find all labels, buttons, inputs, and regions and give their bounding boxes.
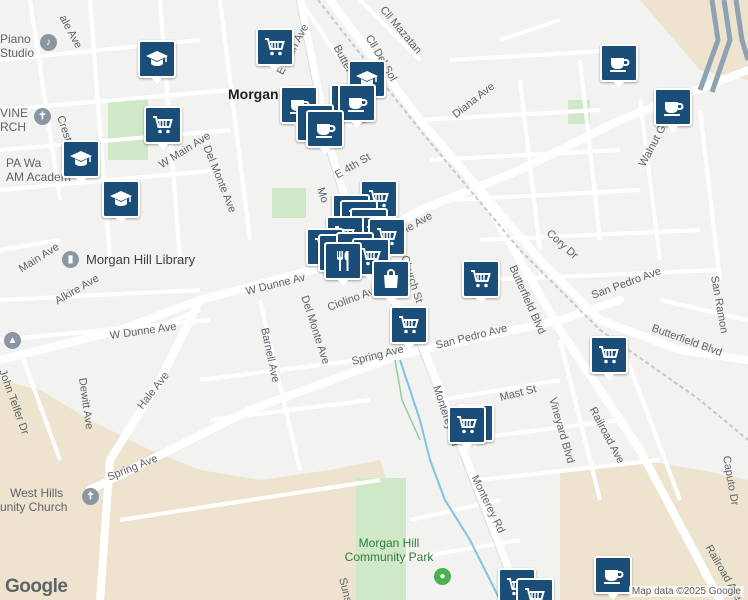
coffee-pin[interactable] <box>654 88 692 132</box>
shopping-cart-icon <box>523 585 547 600</box>
shopping-cart-icon <box>263 35 287 59</box>
coffee-cup-icon <box>345 91 369 115</box>
place-label-library: Morgan Hill Library <box>86 252 196 267</box>
city-label: Morgan <box>228 86 279 102</box>
music-place-icon: ♪ <box>40 34 57 51</box>
cart-pin[interactable] <box>590 336 628 380</box>
cart-pin[interactable] <box>390 306 428 350</box>
cart-pin[interactable] <box>256 28 294 72</box>
school-pin[interactable] <box>62 140 100 184</box>
shopping-cart-icon <box>397 313 421 337</box>
coffee-cup-icon <box>661 95 685 119</box>
place-label-academy: PA Wa AM Academ <box>6 156 71 184</box>
cart-pin[interactable] <box>448 406 486 450</box>
graduation-cap-icon <box>109 187 133 211</box>
park-icon: ● <box>434 568 451 585</box>
coffee-cup-icon <box>601 563 625 587</box>
shopping-cart-icon <box>469 267 493 291</box>
food-pin[interactable] <box>324 242 362 286</box>
google-logo: Google <box>5 576 68 597</box>
place-label-piano-studio: Piano Studio <box>0 32 35 60</box>
shopping-cart-icon <box>597 343 621 367</box>
shopping-cart-icon <box>151 113 175 137</box>
graduation-cap-icon <box>69 147 93 171</box>
coffee-cup-icon <box>607 51 631 75</box>
school-place-icon: ▲ <box>4 332 21 349</box>
church-icon: ✝ <box>34 108 51 125</box>
church-icon: ✝ <box>82 488 99 505</box>
cart-pin[interactable] <box>516 578 554 600</box>
coffee-pin[interactable] <box>600 44 638 88</box>
shopping-bag-icon <box>379 267 403 291</box>
park-label: Morgan Hill Community Park <box>344 536 434 564</box>
graduation-cap-icon <box>145 47 169 71</box>
fork-knife-icon <box>331 249 355 273</box>
coffee-pin[interactable] <box>306 110 344 154</box>
coffee-cup-icon <box>313 117 337 141</box>
place-label-west-hills-church: West Hills unity Church <box>0 486 68 514</box>
map-canvas[interactable]: ale Ave E Main Ave Butterfield Blvd Cll … <box>0 0 748 600</box>
school-pin[interactable] <box>138 40 176 84</box>
shopping-cart-icon <box>455 413 479 437</box>
cart-pin[interactable] <box>462 260 500 304</box>
library-icon: ▮ <box>62 251 79 268</box>
coffee-pin[interactable] <box>594 556 632 600</box>
place-label-vine-church: VINE RCH <box>0 106 29 134</box>
school-pin[interactable] <box>102 180 140 224</box>
cart-pin[interactable] <box>144 106 182 150</box>
map-attribution: Map data ©2025 Google <box>628 586 744 597</box>
bag-pin[interactable] <box>372 260 410 304</box>
